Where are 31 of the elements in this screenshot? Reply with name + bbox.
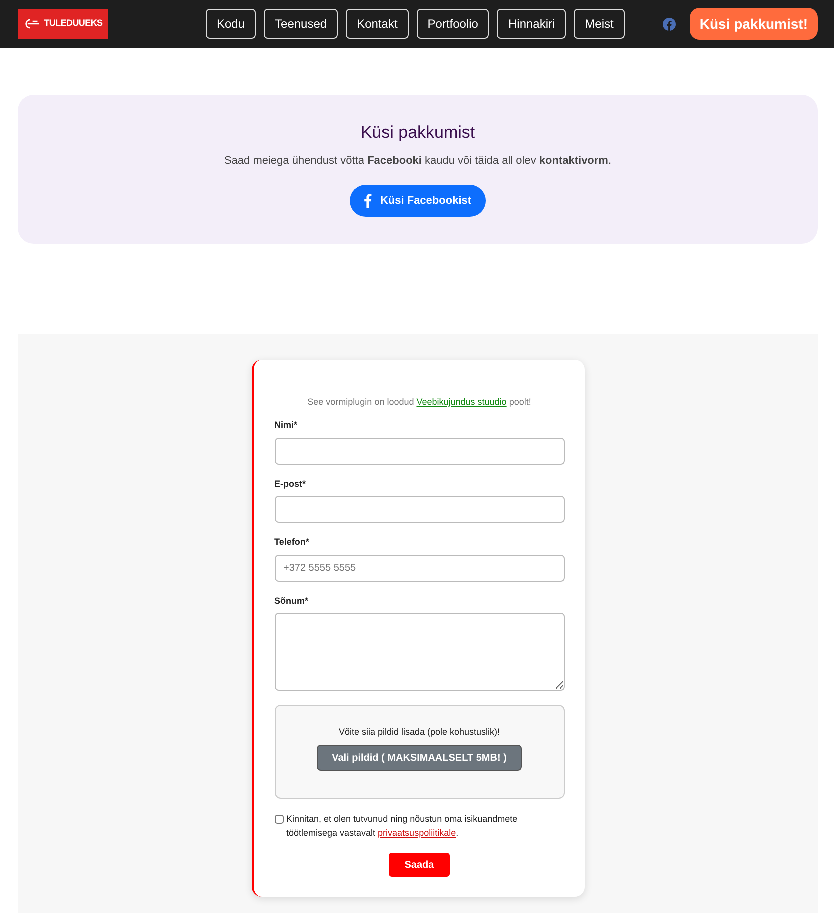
upload-text: Võite siia pildid lisada (pole kohustuslik)! xyxy=(338,726,502,740)
logo-text: TULEDUUEKS xyxy=(44,17,103,30)
facebook-button[interactable]: Küsi Facebookist xyxy=(350,184,486,217)
consent-checkbox[interactable] xyxy=(274,815,284,824)
field-label: Telefon* xyxy=(274,536,310,550)
nav-link[interactable]: Meist xyxy=(574,9,625,39)
credit-text: See vormiplugin on loodud Veebikujundus stuudio poolt! xyxy=(306,396,532,409)
field-label: E-post* xyxy=(274,478,307,491)
privacy-link[interactable]: privaatsuspoliitikale xyxy=(378,828,456,838)
field-label: Nimi* xyxy=(274,419,299,432)
hero-title: Küsi pakkumist xyxy=(360,123,476,144)
facebook-icon xyxy=(364,194,372,208)
nav-link[interactable]: Teenused xyxy=(264,9,338,39)
facebook-icon[interactable] xyxy=(662,18,676,30)
input-field[interactable] xyxy=(274,438,564,465)
hero-text: Saad meiega ühendust võtta Facebooki kaudu või täida all olev kontaktivorm. xyxy=(223,154,613,170)
credit-link[interactable]: Veebikujundus stuudio xyxy=(416,396,507,407)
logo[interactable]: TULEDUUEKS xyxy=(18,9,108,39)
input-field[interactable]: +372 5555 5555 xyxy=(274,554,564,582)
choose-images-button[interactable]: Vali pildid ( MAKSIMAALSELT 5MB! ) xyxy=(317,745,522,772)
swoosh-icon xyxy=(23,18,42,30)
submit-button[interactable]: Saada xyxy=(389,853,450,878)
field-label: Sõnum* xyxy=(274,594,310,608)
nav-link[interactable]: Portfoolio xyxy=(416,9,490,39)
consent-text: Kinnitan, et olen tutvunud ning nõustun oma isikuandmete töötlemisega vastavalt privaatsuspoliitikale. xyxy=(286,813,519,840)
input-field[interactable] xyxy=(274,496,564,524)
nav-link[interactable]: Kontakt xyxy=(346,9,409,39)
quote-button[interactable]: Küsi pakkumist! xyxy=(690,8,818,40)
nav-link[interactable]: Hinnakiri xyxy=(497,9,566,39)
nav-link[interactable]: Kodu xyxy=(206,9,256,39)
message-field[interactable] xyxy=(274,613,564,692)
